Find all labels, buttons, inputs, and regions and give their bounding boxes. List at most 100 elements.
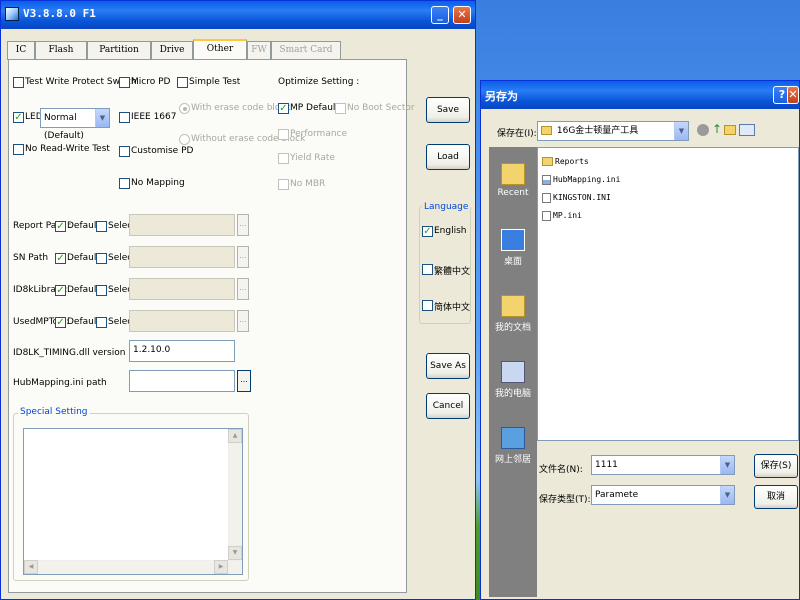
chevron-down-icon[interactable]: ▼ (720, 486, 734, 504)
back-icon[interactable] (697, 124, 709, 136)
with-erase-radio[interactable] (179, 103, 190, 114)
special-setting-textarea[interactable]: ▲ ▼ ◀ ▶ (23, 428, 243, 575)
customise-pd-checkbox[interactable] (119, 146, 130, 157)
scroll-left-icon[interactable]: ◀ (24, 560, 38, 574)
id8k-library-browse-button[interactable]: ... (237, 278, 249, 300)
report-path-select-checkbox[interactable] (96, 221, 107, 232)
hubmapping-browse-button[interactable]: ... (237, 370, 251, 392)
save-as-button[interactable]: Save As (426, 353, 470, 379)
no-boot-sector-checkbox[interactable] (335, 103, 346, 114)
language-title: Language (422, 202, 471, 212)
used-mptool-browse-button[interactable]: ... (237, 310, 249, 332)
list-item[interactable]: KINGSTON.INI (542, 190, 611, 206)
place-my-computer-label: 我的电脑 (494, 389, 531, 399)
dialog-cancel-button[interactable]: 取消 (754, 485, 798, 509)
place-network-label: 网上邻居 (494, 455, 531, 465)
scroll-down-icon[interactable]: ▼ (228, 546, 242, 560)
file-list[interactable]: Reports HubMapping.ini KINGSTON.INI MP.i… (537, 147, 799, 441)
tab-smart-card-setting[interactable]: Smart Card Setting (271, 41, 341, 72)
list-item[interactable]: HubMapping.ini (542, 172, 620, 188)
simplified-chinese-checkbox[interactable] (422, 300, 433, 311)
up-folder-icon[interactable]: ↑ (712, 123, 722, 137)
no-read-write-test-checkbox[interactable] (13, 144, 24, 155)
report-path-default-label: Default (67, 221, 100, 231)
report-path-field[interactable] (129, 214, 235, 236)
list-item[interactable]: MP.ini (542, 208, 582, 224)
led-checkbox[interactable]: ✓ (13, 112, 24, 123)
chevron-down-icon[interactable]: ▼ (95, 109, 109, 127)
place-network[interactable]: 网上邻居 (489, 421, 537, 485)
dialog-save-button[interactable]: 保存(S) (754, 454, 798, 478)
place-recent-label: Recent (497, 188, 529, 198)
id8k-library-default-checkbox[interactable]: ✓ (55, 285, 66, 296)
place-desktop[interactable]: 桌面 (489, 223, 537, 287)
filetype-select[interactable]: Paramete ▼ (591, 485, 735, 505)
sn-path-select-checkbox[interactable] (96, 253, 107, 264)
report-path-browse-button[interactable]: ... (237, 214, 249, 236)
without-erase-radio[interactable] (179, 134, 190, 145)
dialog-close-icon[interactable]: ✕ (787, 86, 799, 104)
save-button[interactable]: Save (426, 97, 470, 123)
close-icon[interactable]: ✕ (453, 6, 471, 24)
performance-checkbox[interactable] (278, 129, 289, 140)
main-window: V3.8.8.0 F1 _ ✕ IC _FW Flash Setting Par… (0, 0, 476, 600)
load-button[interactable]: Load (426, 144, 470, 170)
dll-version-field[interactable]: 1.2.10.0 (129, 340, 235, 362)
place-recent[interactable]: Recent (489, 157, 537, 221)
filename-input[interactable]: 1111 ▼ (591, 455, 735, 475)
mp-default-checkbox[interactable]: ✓ (278, 103, 289, 114)
sn-path-default-checkbox[interactable]: ✓ (55, 253, 66, 264)
traditional-chinese-label: 繁體中文 (434, 267, 471, 277)
scroll-right-icon[interactable]: ▶ (214, 560, 228, 574)
cancel-button[interactable]: Cancel (426, 393, 470, 419)
main-titlebar[interactable]: V3.8.8.0 F1 _ ✕ (1, 1, 475, 29)
used-mptool-field[interactable] (129, 310, 235, 332)
no-mbr-checkbox[interactable] (278, 179, 289, 190)
dialog-titlebar[interactable]: 另存为 ? ✕ (481, 81, 799, 109)
app-icon (5, 7, 19, 21)
scroll-up-icon[interactable]: ▲ (228, 429, 242, 443)
tab-ic-fw[interactable]: IC _FW (7, 41, 35, 72)
id8k-library-field[interactable] (129, 278, 235, 300)
tab-flash-setting[interactable]: Flash Setting (35, 41, 87, 72)
view-menu-icon[interactable] (739, 124, 755, 136)
sn-path-browse-button[interactable]: ... (237, 246, 249, 268)
used-mptool-default-checkbox[interactable]: ✓ (55, 317, 66, 328)
simple-test-checkbox[interactable] (177, 77, 188, 88)
minimize-icon[interactable]: _ (431, 6, 449, 24)
yield-rate-checkbox[interactable] (278, 153, 289, 164)
with-erase-label: With erase code block (191, 103, 291, 113)
used-mptool-select-checkbox[interactable] (96, 317, 107, 328)
folder-icon (542, 157, 553, 166)
tab-partition-setting[interactable]: Partition Setting (87, 41, 151, 72)
test-write-protect-checkbox[interactable] (13, 77, 24, 88)
traditional-chinese-checkbox[interactable] (422, 264, 433, 275)
hubmapping-field[interactable] (129, 370, 235, 392)
optimize-setting-title: Optimize Setting : (278, 77, 360, 87)
new-folder-icon[interactable] (724, 125, 736, 135)
chevron-down-icon[interactable]: ▼ (720, 456, 734, 474)
tab-fw[interactable]: FW (247, 41, 271, 60)
sn-path-label: SN Path (13, 253, 49, 263)
no-mbr-label: No MBR (290, 179, 326, 189)
led-mode-select[interactable]: Normal (Default) ▼ (40, 108, 110, 141)
tab-drive-info[interactable]: Drive Info (151, 41, 193, 72)
chevron-down-icon[interactable]: ▼ (674, 122, 688, 140)
save-in-select[interactable]: 16G金士顿量产工具 ▼ (537, 121, 689, 141)
id8k-library-default-label: Default (67, 285, 100, 295)
place-my-computer[interactable]: 我的电脑 (489, 355, 537, 419)
no-mapping-checkbox[interactable] (119, 178, 130, 189)
report-path-default-checkbox[interactable]: ✓ (55, 221, 66, 232)
id8k-library-select-checkbox[interactable] (96, 285, 107, 296)
place-my-documents[interactable]: 我的文档 (489, 289, 537, 353)
vertical-scrollbar[interactable]: ▲ ▼ (228, 429, 242, 574)
file-name: MP.ini (553, 211, 582, 220)
list-item[interactable]: Reports (542, 154, 589, 170)
sn-path-field[interactable] (129, 246, 235, 268)
horizontal-scrollbar[interactable]: ◀ ▶ (24, 560, 242, 574)
no-boot-sector-label: No Boot Sector (347, 103, 415, 113)
ieee-1667-checkbox[interactable] (119, 112, 130, 123)
english-checkbox[interactable]: ✓ (422, 226, 433, 237)
tab-other-setting[interactable]: Other Setting (193, 39, 247, 71)
micro-pd-checkbox[interactable] (119, 77, 130, 88)
